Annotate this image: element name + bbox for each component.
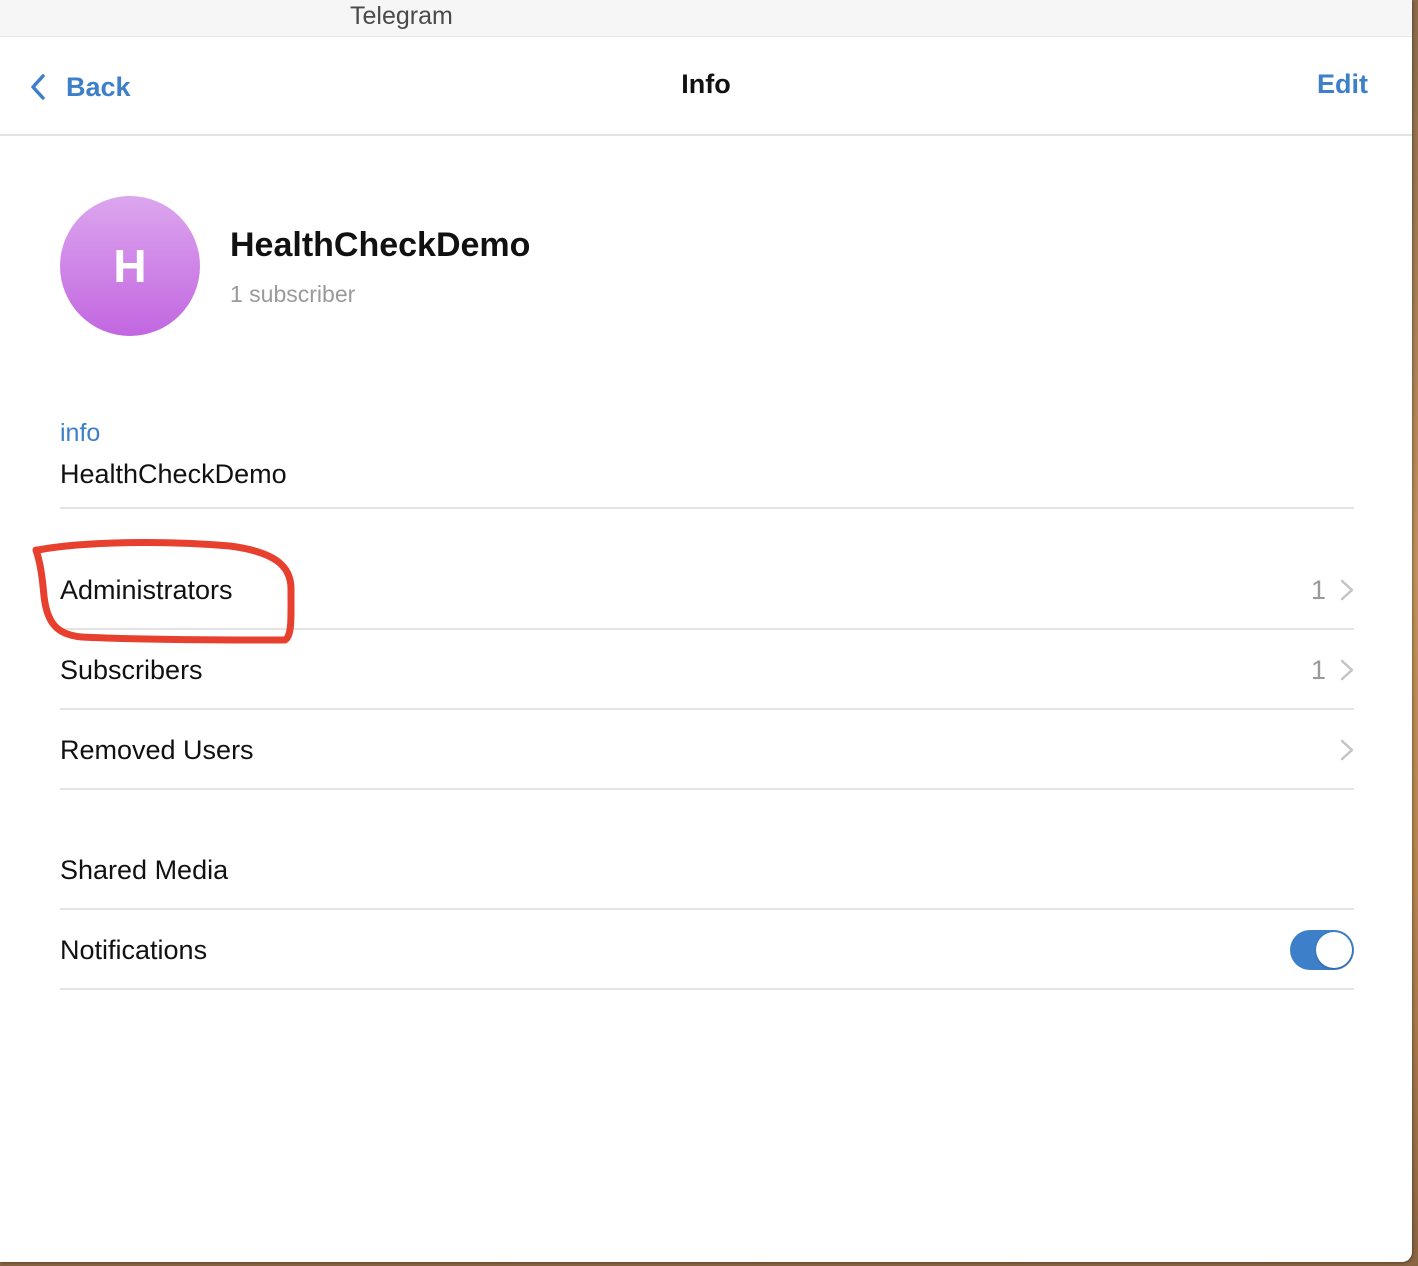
shared-media-label: Shared Media (60, 855, 229, 885)
info-value: HealthCheckDemo (60, 459, 287, 489)
divider (60, 708, 1354, 710)
page-title: Info (681, 69, 731, 99)
window-titlebar: Telegram (0, 0, 1412, 37)
avatar-letter: H (113, 240, 147, 292)
chevron-right-icon (1340, 739, 1354, 761)
divider (60, 628, 1354, 630)
chevron-right-icon (1340, 659, 1354, 681)
removed-users-label: Removed Users (60, 735, 254, 765)
info-label: info (60, 419, 101, 447)
administrators-label: Administrators (60, 575, 233, 605)
row-removed-users[interactable]: Removed Users (60, 711, 1354, 789)
avatar[interactable]: H (60, 196, 200, 336)
row-subscribers[interactable]: Subscribers 1 (60, 631, 1354, 709)
notifications-label: Notifications (60, 935, 208, 965)
divider (60, 507, 1354, 509)
window-title: Telegram (350, 2, 453, 30)
row-shared-media[interactable]: Shared Media (60, 831, 1354, 909)
navigation-bar: Back Info Edit (0, 37, 1412, 136)
divider (60, 908, 1354, 910)
row-administrators[interactable]: Administrators 1 (60, 551, 1354, 629)
subscribers-label: Subscribers (60, 655, 203, 685)
chevron-right-icon (1340, 579, 1354, 601)
divider (60, 788, 1354, 790)
toggle-knob (1316, 932, 1352, 968)
telegram-window: Telegram Back Info Edit H HealthCheckDem… (0, 0, 1412, 1262)
notifications-toggle[interactable] (1290, 930, 1354, 970)
channel-name: HealthCheckDemo (230, 226, 531, 264)
subscriber-count: 1 subscriber (230, 281, 356, 307)
administrators-count: 1 (1310, 575, 1326, 605)
divider (60, 988, 1354, 990)
subscribers-count: 1 (1310, 655, 1326, 685)
row-notifications: Notifications (60, 911, 1354, 989)
edit-button[interactable]: Edit (1317, 69, 1368, 100)
